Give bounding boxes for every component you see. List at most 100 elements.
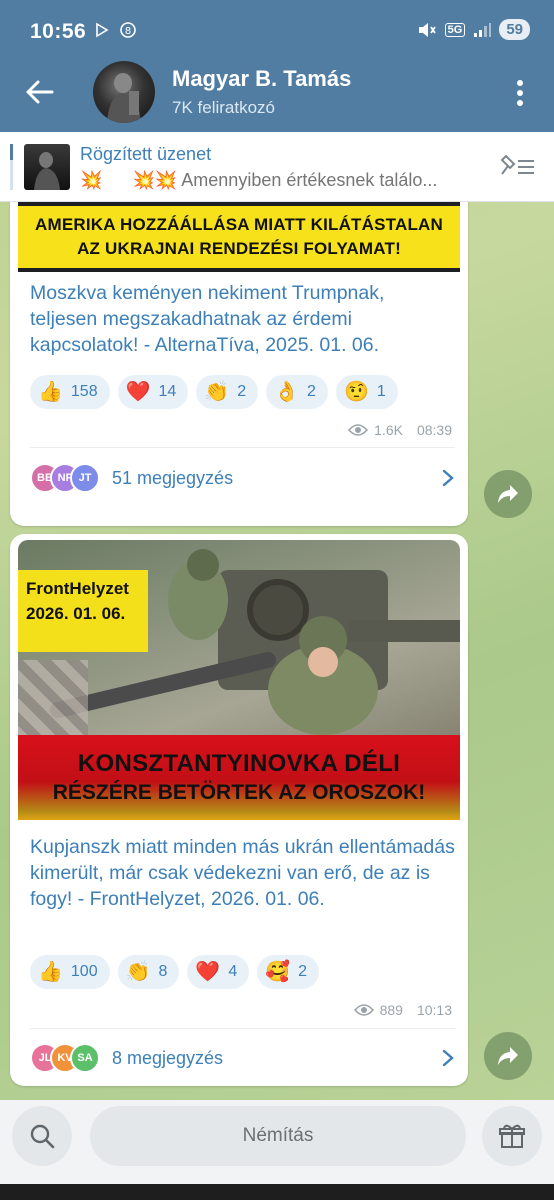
comments-label: 51 megjegyzés <box>112 467 234 488</box>
top-bar: 10:56 8 5G 59 Magyar B. Tamás 7K felirat… <box>0 0 554 132</box>
divider <box>30 447 455 448</box>
system-nav-bar <box>0 1184 554 1200</box>
comments-button[interactable]: BB NF JT 51 megjegyzés <box>30 458 455 498</box>
explosion-emoji-icon: 💥 <box>80 170 103 190</box>
channel-post[interactable]: AMERIKA HOZZÁÁLLÁSA MIATT KILÁTÁSTALAN A… <box>10 202 468 526</box>
ok-hand-icon: 👌 <box>274 381 300 403</box>
reaction-heart[interactable]: ❤️ 14 <box>117 375 189 409</box>
smiling-face-with-hearts-icon: 🥰 <box>265 961 291 983</box>
post-image[interactable]: AMERIKA HOZZÁÁLLÁSA MIATT KILÁTÁSTALAN A… <box>18 202 460 272</box>
subscriber-count: 7K feliratkozó <box>172 98 275 117</box>
pinned-title: Rögzített üzenet <box>80 144 212 164</box>
battery-level: 59 <box>499 19 530 40</box>
post-meta: 1.6K 08:39 <box>348 422 452 438</box>
reaction-count: 4 <box>228 963 238 980</box>
red-heart-icon: ❤️ <box>195 961 221 983</box>
comments-label: 8 megjegyzés <box>112 1047 224 1068</box>
share-button[interactable] <box>484 1032 532 1080</box>
source-name: FrontHelyzet <box>26 579 129 598</box>
reaction-thumbs-up[interactable]: 👍 158 <box>30 375 110 409</box>
reaction-clap[interactable]: 👏 2 <box>196 375 259 409</box>
signal-icon <box>474 22 492 37</box>
clapping-hands-icon: 👏 <box>204 381 230 403</box>
view-count: 1.6K <box>374 422 403 438</box>
image-banner-line: AMERIKA HOZZÁÁLLÁSA MIATT KILÁTÁSTALAN <box>35 215 443 234</box>
reaction-raised-eyebrow[interactable]: 🤨 1 <box>335 375 398 409</box>
pixelated-area <box>18 660 88 740</box>
image-banner: AMERIKA HOZZÁÁLLÁSA MIATT KILÁTÁSTALAN A… <box>18 206 460 268</box>
gift-icon <box>499 1124 525 1148</box>
bottom-bar: Némítás <box>0 1100 554 1200</box>
share-arrow-icon <box>498 1047 518 1065</box>
back-button[interactable] <box>22 72 58 112</box>
arrow-left-icon <box>26 80 54 104</box>
reaction-heart[interactable]: ❤️ 4 <box>187 955 250 989</box>
mute-button[interactable]: Némítás <box>90 1106 466 1166</box>
post-image[interactable]: FrontHelyzet 2026. 01. 06. KONSZTANTYINO… <box>18 540 460 820</box>
more-options-button[interactable] <box>508 76 532 110</box>
image-banner-line: KONSZTANTYINOVKA DÉLI <box>77 749 401 777</box>
network-type-label: 5G <box>444 22 466 37</box>
reaction-count: 2 <box>298 963 308 980</box>
status-bar: 10:56 8 5G 59 <box>0 0 554 58</box>
svg-text:8: 8 <box>125 26 131 37</box>
search-icon <box>30 1124 55 1149</box>
reactions-row: 👍 158 ❤️ 14 👏 2 👌 2 🤨 1 <box>30 375 398 409</box>
comments-button[interactable]: JL KV SA 8 megjegyzés <box>30 1038 455 1078</box>
channel-post[interactable]: FrontHelyzet 2026. 01. 06. KONSZTANTYINO… <box>10 534 468 1086</box>
share-button[interactable] <box>484 470 532 518</box>
play-store-icon <box>92 20 112 40</box>
view-count: 889 <box>379 1002 403 1018</box>
image-banner: KONSZTANTYINOVKA DÉLI RÉSZÉRE BETÖRTEK A… <box>18 735 460 820</box>
commenter-avatar: JT <box>70 463 100 493</box>
chat-header: Magyar B. Tamás 7K feliratkozó <box>0 58 554 132</box>
gift-button[interactable] <box>482 1106 542 1166</box>
raised-eyebrow-face-icon: 🤨 <box>343 381 369 403</box>
reactions-row: 👍 100 👏 8 ❤️ 4 🥰 2 <box>30 955 320 989</box>
post-text: Kupjanszk miatt minden más ukrán ellentá… <box>30 836 455 910</box>
source-date: 2026. 01. 06. <box>26 604 126 623</box>
reaction-count: 100 <box>70 963 98 980</box>
reaction-count: 14 <box>158 383 177 400</box>
status-time: 10:56 <box>30 20 87 43</box>
channel-avatar[interactable] <box>93 61 155 123</box>
explosion-emoji-icon: 💥💥 <box>132 170 178 190</box>
image-banner-line: RÉSZÉRE BETÖRTEK AZ OROSZOK! <box>52 780 426 804</box>
reaction-thumbs-up[interactable]: 👍 100 <box>30 955 110 989</box>
reaction-count: 8 <box>158 963 168 980</box>
reaction-smiling-hearts[interactable]: 🥰 2 <box>257 955 320 989</box>
pinned-preview: Amennyiben értékesnek találo... <box>181 170 438 190</box>
commenter-avatar: SA <box>70 1043 100 1073</box>
post-time: 10:13 <box>416 1002 452 1018</box>
channel-title[interactable]: Magyar B. Tamás <box>172 66 351 92</box>
source-tag: FrontHelyzet 2026. 01. 06. <box>18 570 148 652</box>
pinned-text: 💥 💥💥 Amennyiben értékesnek találo... <box>80 170 490 191</box>
post-meta: 889 10:13 <box>353 1002 452 1018</box>
share-arrow-icon <box>498 485 518 503</box>
pinned-indicator <box>10 144 13 190</box>
chevron-right-icon <box>442 1049 454 1067</box>
pinned-message-bar[interactable]: Rögzített üzenet 💥 💥💥 Amennyiben értékes… <box>0 132 554 202</box>
thumbs-up-icon: 👍 <box>38 381 63 403</box>
mute-icon <box>418 22 436 37</box>
pinned-thumbnail <box>24 144 70 190</box>
pin-list-icon <box>500 154 534 175</box>
reaction-ok-hand[interactable]: 👌 2 <box>266 375 328 409</box>
reaction-count: 1 <box>376 383 386 400</box>
eye-icon <box>348 424 369 436</box>
clapping-hands-icon: 👏 <box>125 961 151 983</box>
pinned-list-button[interactable] <box>500 152 536 182</box>
chevron-right-icon <box>442 469 454 487</box>
search-button[interactable] <box>12 1106 72 1166</box>
eye-icon <box>353 1004 374 1016</box>
reaction-count: 2 <box>307 383 316 400</box>
divider <box>30 1028 455 1029</box>
image-banner-line: AZ UKRAJNAI RENDEZÉSI FOLYAMAT! <box>77 239 401 258</box>
message-feed[interactable]: AMERIKA HOZZÁÁLLÁSA MIATT KILÁTÁSTALAN A… <box>0 202 554 1100</box>
more-vertical-icon <box>517 80 523 106</box>
post-text: Moszkva keményen nekiment Trumpnak, telj… <box>30 282 385 356</box>
reaction-count: 2 <box>237 383 247 400</box>
red-heart-icon: ❤️ <box>125 381 151 403</box>
reaction-clap[interactable]: 👏 8 <box>117 955 180 989</box>
post-time: 08:39 <box>416 422 452 438</box>
